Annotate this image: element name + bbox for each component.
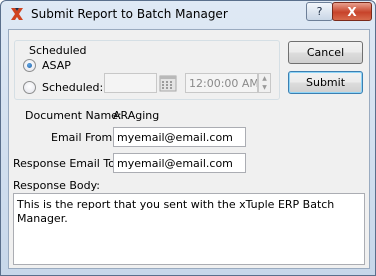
spin-down-icon[interactable]: ▼ xyxy=(259,83,270,92)
email-from-label: Email From: xyxy=(51,131,116,144)
scheduled-time-field[interactable]: 12:00:00 AM xyxy=(185,73,258,93)
email-from-field[interactable]: myemail@email.com xyxy=(113,127,246,147)
xtuple-logo-icon xyxy=(11,8,23,20)
scheduled-radio[interactable] xyxy=(23,81,36,94)
asap-radio[interactable] xyxy=(23,59,36,72)
spin-up-icon[interactable]: ▲ xyxy=(259,74,270,83)
asap-label: ASAP xyxy=(42,59,71,72)
submit-button[interactable]: Submit xyxy=(288,71,363,94)
calendar-icon[interactable] xyxy=(159,73,177,93)
scheduled-group-title: Scheduled xyxy=(27,44,89,57)
close-button[interactable]: X xyxy=(332,2,372,21)
dialog-body: Scheduled ASAP Scheduled: 12:00:00 AM ▲ … xyxy=(8,29,370,269)
response-email-field[interactable]: myemail@email.com xyxy=(113,153,246,173)
response-email-label: Response Email To: xyxy=(13,157,119,170)
window-title: Submit Report to Batch Manager xyxy=(31,7,228,21)
cancel-button[interactable]: Cancel xyxy=(288,41,363,64)
scheduled-label: Scheduled: xyxy=(42,81,104,94)
title-bar[interactable]: Submit Report to Batch Manager ? X xyxy=(1,1,375,28)
dialog-window: Submit Report to Batch Manager ? X Sched… xyxy=(0,0,376,276)
time-spin-buttons[interactable]: ▲ ▼ xyxy=(258,73,271,93)
help-button[interactable]: ? xyxy=(306,2,333,21)
response-body-textarea[interactable]: This is the report that you sent with th… xyxy=(13,193,365,265)
response-body-label: Response Body: xyxy=(13,179,101,192)
scheduled-date-field[interactable] xyxy=(104,73,157,93)
document-name-value: ARAging xyxy=(113,109,160,122)
document-name-label: Document Name: xyxy=(25,109,122,122)
